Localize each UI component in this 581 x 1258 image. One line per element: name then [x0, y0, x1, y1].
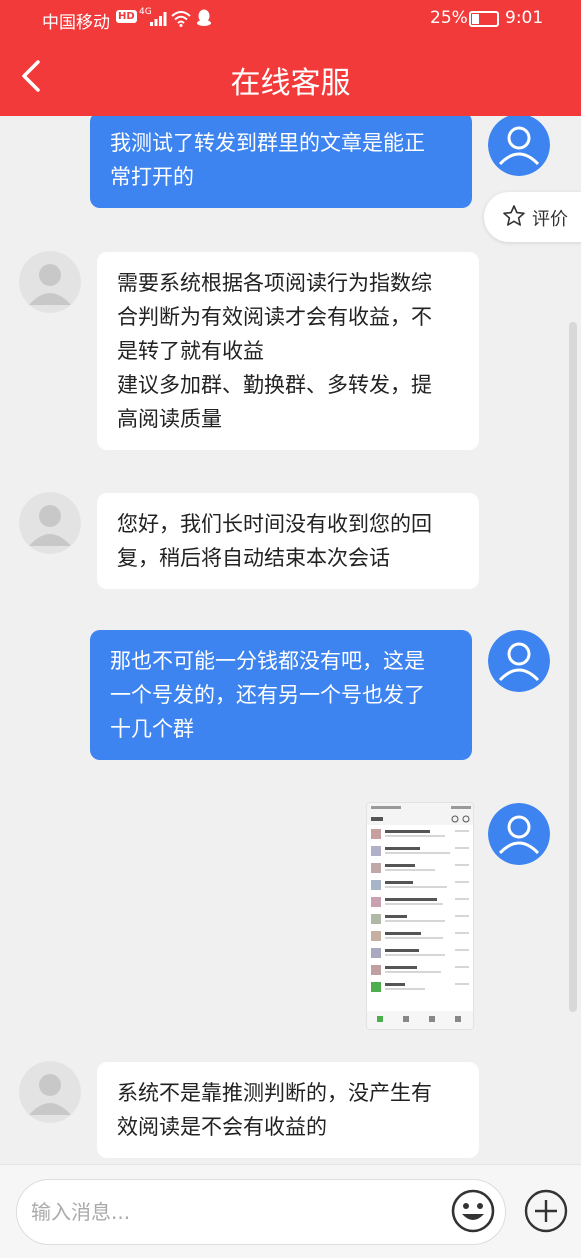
message-line: 高阅读质量: [117, 407, 222, 431]
message-line: 您好，我们长时间没有收到您的回: [117, 512, 432, 536]
user-avatar[interactable]: [488, 803, 550, 865]
message-line: 一个号发的，还有另一个号也发了: [110, 683, 425, 707]
clock: 9:01: [505, 8, 544, 28]
add-icon[interactable]: [523, 1188, 569, 1234]
agent-avatar[interactable]: [19, 251, 81, 313]
message-line: 十几个群: [110, 717, 194, 741]
rate-label: 评价: [532, 209, 568, 230]
message-input[interactable]: [31, 1194, 441, 1230]
message-line: 复，稍后将自动结束本次会话: [117, 546, 390, 570]
signal-icon: [150, 12, 167, 26]
carrier-label: 中国移动: [42, 13, 110, 33]
emoji-icon[interactable]: [450, 1188, 496, 1234]
header: 中国移动 HD 4G 25% 9:01 在线客服: [0, 0, 581, 116]
status-bar: 中国移动 HD 4G 25% 9:01: [0, 0, 581, 38]
agent-message[interactable]: 您好，我们长时间没有收到您的回 复，稍后将自动结束本次会话: [97, 493, 479, 589]
screenshot-image-message[interactable]: [366, 802, 474, 1030]
qq-icon: [197, 9, 211, 26]
star-icon: [503, 205, 525, 226]
message-line: 合判断为有效阅读才会有收益，不: [117, 305, 432, 329]
message-line: 是转了就有收益: [117, 339, 264, 363]
message-line: 常打开的: [110, 165, 194, 189]
message-line: 建议多加群、勤换群、多转发，提: [117, 373, 432, 397]
page-title: 在线客服: [230, 66, 351, 101]
agent-avatar[interactable]: [19, 1061, 81, 1123]
wifi-icon: [171, 11, 191, 27]
chat-area[interactable]: 我测试了转发到群里的文章是能正 常打开的 评价 需要系统根据各项阅读行为指数综 …: [0, 116, 581, 1164]
user-message[interactable]: 我测试了转发到群里的文章是能正 常打开的: [90, 116, 472, 208]
battery-level-fill: [472, 14, 479, 24]
agent-avatar[interactable]: [19, 492, 81, 554]
message-line: 我测试了转发到群里的文章是能正: [110, 131, 425, 155]
title-bar: 在线客服: [0, 38, 581, 116]
user-avatar[interactable]: [488, 116, 550, 176]
message-line: 需要系统根据各项阅读行为指数综: [117, 271, 432, 295]
agent-message[interactable]: 需要系统根据各项阅读行为指数综 合判断为有效阅读才会有收益，不 是转了就有收益 …: [97, 252, 479, 450]
battery-icon: [469, 11, 499, 27]
rate-button[interactable]: 评价: [484, 192, 581, 242]
chat-list-thumbnail: [367, 803, 473, 1029]
message-line: 系统不是靠推测判断的，没产生有: [117, 1081, 432, 1105]
user-avatar[interactable]: [488, 630, 550, 692]
message-line: 效阅读是不会有收益的: [117, 1115, 327, 1139]
message-line: 那也不可能一分钱都没有吧，这是: [110, 649, 425, 673]
message-input-box[interactable]: [16, 1179, 506, 1245]
hd-badge: HD: [116, 10, 137, 23]
agent-message[interactable]: 系统不是靠推测判断的，没产生有 效阅读是不会有收益的: [97, 1062, 479, 1158]
chat-scrollbar[interactable]: [569, 322, 577, 1012]
user-message[interactable]: 那也不可能一分钱都没有吧，这是 一个号发的，还有另一个号也发了 十几个群: [90, 630, 472, 760]
battery-percent: 25%: [430, 8, 468, 28]
